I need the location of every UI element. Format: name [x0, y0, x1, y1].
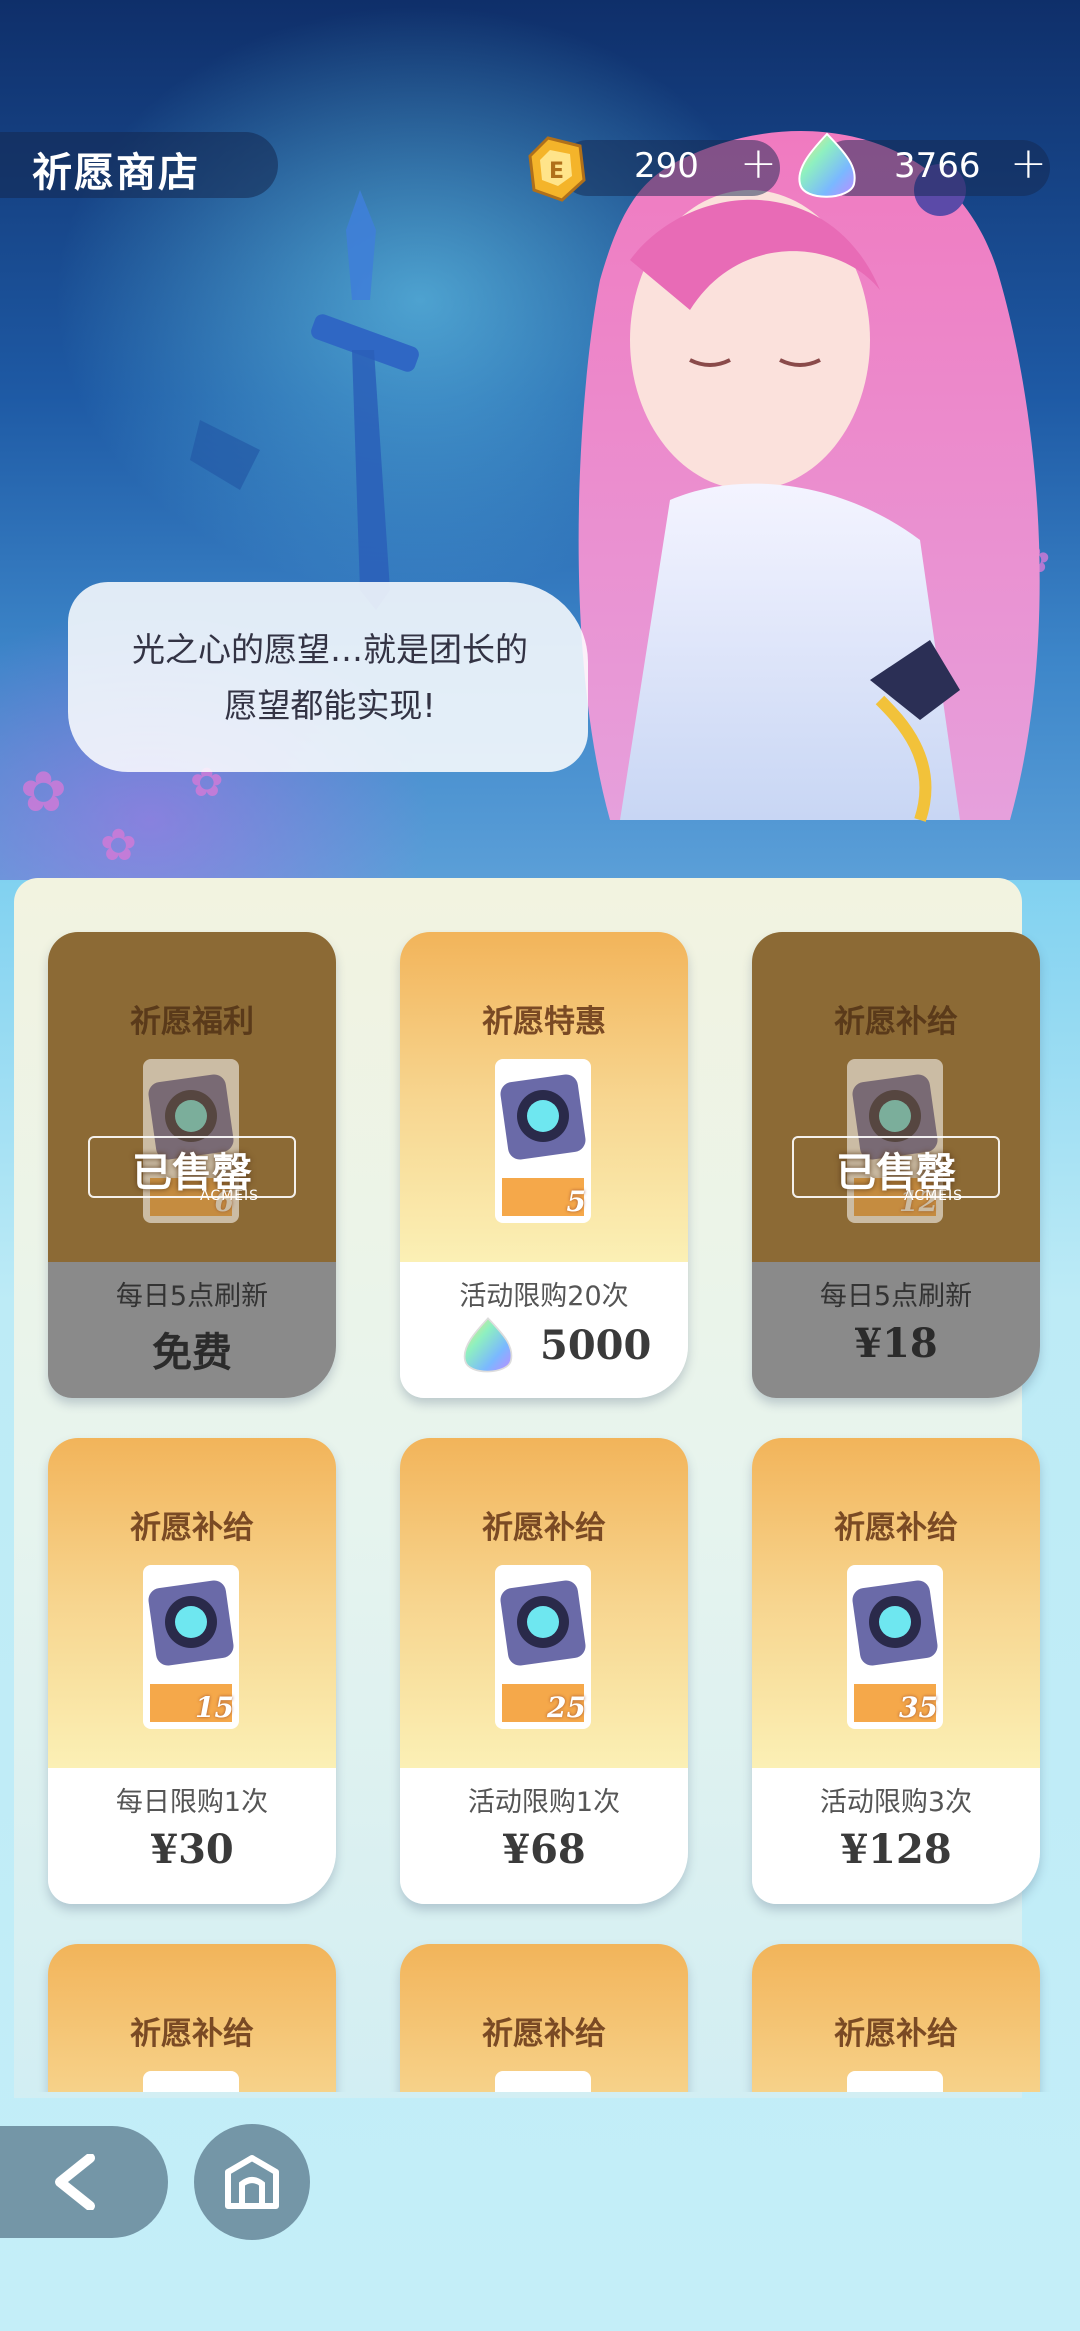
add-gold-button[interactable]: +: [740, 138, 777, 189]
shop-card-wish-supply[interactable]: 祈愿补给: [48, 1944, 336, 2092]
sold-out-stamp: 已售罄 ACMEIS: [88, 1136, 296, 1204]
shop-card-wish-supply[interactable]: 祈愿补给 25 活动限购1次 ¥68: [400, 1438, 688, 1904]
sword-illustration: [190, 190, 419, 610]
card-title: 祈愿补给: [130, 2016, 254, 2052]
character-portrait: [578, 131, 1040, 822]
ticket-count: 5: [566, 1185, 586, 1218]
card-title: 祈愿补给: [130, 1510, 254, 1546]
shop-card-wish-supply[interactable]: 祈愿补给 12 已售罄 ACMEIS 每日5点刷新 ¥18: [752, 932, 1040, 1398]
wish-ticket-icon: [142, 2070, 240, 2092]
shop-card-wish-deal[interactable]: 祈愿特惠 5 活动限购20次 5000: [400, 932, 688, 1398]
card-title: 祈愿补给: [482, 1510, 606, 1546]
card-title: 祈愿补给: [834, 1510, 958, 1546]
ticket-count: 35: [899, 1691, 938, 1724]
card-title: 祈愿补给: [482, 2016, 606, 2052]
price-label: ¥128: [840, 1826, 952, 1873]
home-icon: [225, 2155, 279, 2209]
price-label: 免费: [152, 1329, 232, 1376]
back-button[interactable]: [0, 2126, 168, 2238]
shop-card-wish-welfare[interactable]: 祈愿福利 6 已售罄 ACMEIS 每日5点刷新 免费: [48, 932, 336, 1398]
flower-decoration: ✿: [20, 760, 67, 825]
sold-out-label: 已售罄: [132, 1149, 252, 1196]
sold-out-watermark: ACMEIS: [904, 1188, 964, 1204]
sold-out-stamp: 已售罄 ACMEIS: [792, 1136, 1000, 1204]
gold-amount: 290: [634, 146, 699, 186]
wish-ticket-icon: 15: [142, 1564, 240, 1730]
wish-ticket-icon: [494, 2070, 592, 2092]
price-label: ¥30: [150, 1826, 234, 1873]
gold-crystal-icon: E: [528, 136, 586, 202]
purchase-limit: 活动限购3次: [819, 1787, 973, 1818]
shop-card-wish-supply[interactable]: 祈愿补给: [752, 1944, 1040, 2092]
price-label: ¥68: [502, 1826, 586, 1873]
purchase-limit: 活动限购1次: [467, 1787, 621, 1818]
ticket-count: 15: [195, 1691, 234, 1724]
flower-decoration: ✿: [100, 820, 137, 871]
home-button[interactable]: [194, 2124, 310, 2240]
rainbow-gem-icon: [463, 1317, 513, 1373]
back-arrow-icon: [55, 2154, 95, 2210]
shop-card-wish-supply[interactable]: 祈愿补给 35 活动限购3次 ¥128: [752, 1438, 1040, 1904]
price-label: 5000: [540, 1322, 652, 1369]
card-title: 祈愿补给: [834, 2016, 958, 2052]
dialogue-line: 光之心的愿望…就是团长的: [132, 630, 528, 669]
dialogue-text: 光之心的愿望…就是团长的 愿望都能实现!: [90, 622, 570, 734]
shop-item-grid[interactable]: 祈愿福利 6 已售罄 ACMEIS 每日5点刷新 免费 祈愿特惠 5 活动限购2…: [0, 930, 1080, 2092]
rainbow-gem-icon: [798, 132, 856, 198]
wish-ticket-icon: 35: [846, 1564, 944, 1730]
purchase-limit: 每日5点刷新: [819, 1281, 973, 1312]
wish-ticket-icon: 25: [494, 1564, 592, 1730]
card-title: 祈愿特惠: [482, 1004, 606, 1040]
dialogue-line: 愿望都能实现!: [224, 686, 436, 725]
wish-ticket-icon: 5: [494, 1058, 592, 1224]
wish-ticket-icon: [846, 2070, 944, 2092]
svg-text:E: E: [549, 159, 564, 184]
card-title: 祈愿福利: [130, 1004, 254, 1040]
purchase-limit: 每日限购1次: [115, 1787, 269, 1818]
gem-amount: 3766: [894, 146, 981, 186]
price-label: ¥18: [854, 1320, 938, 1367]
sold-out-label: 已售罄: [836, 1149, 956, 1196]
purchase-limit: 活动限购20次: [459, 1281, 629, 1312]
purchase-limit: 每日5点刷新: [115, 1281, 269, 1312]
gem-price: 5000: [460, 1316, 651, 1384]
shop-card-wish-supply[interactable]: 祈愿补给 15 每日限购1次 ¥30: [48, 1438, 336, 1904]
sold-out-watermark: ACMEIS: [200, 1188, 260, 1204]
ticket-count: 25: [547, 1691, 586, 1724]
page-title: 祈愿商店: [32, 149, 200, 196]
card-title: 祈愿补给: [834, 1004, 958, 1040]
shop-card-wish-supply[interactable]: 祈愿补给: [400, 1944, 688, 2092]
add-gem-button[interactable]: +: [1010, 138, 1047, 189]
